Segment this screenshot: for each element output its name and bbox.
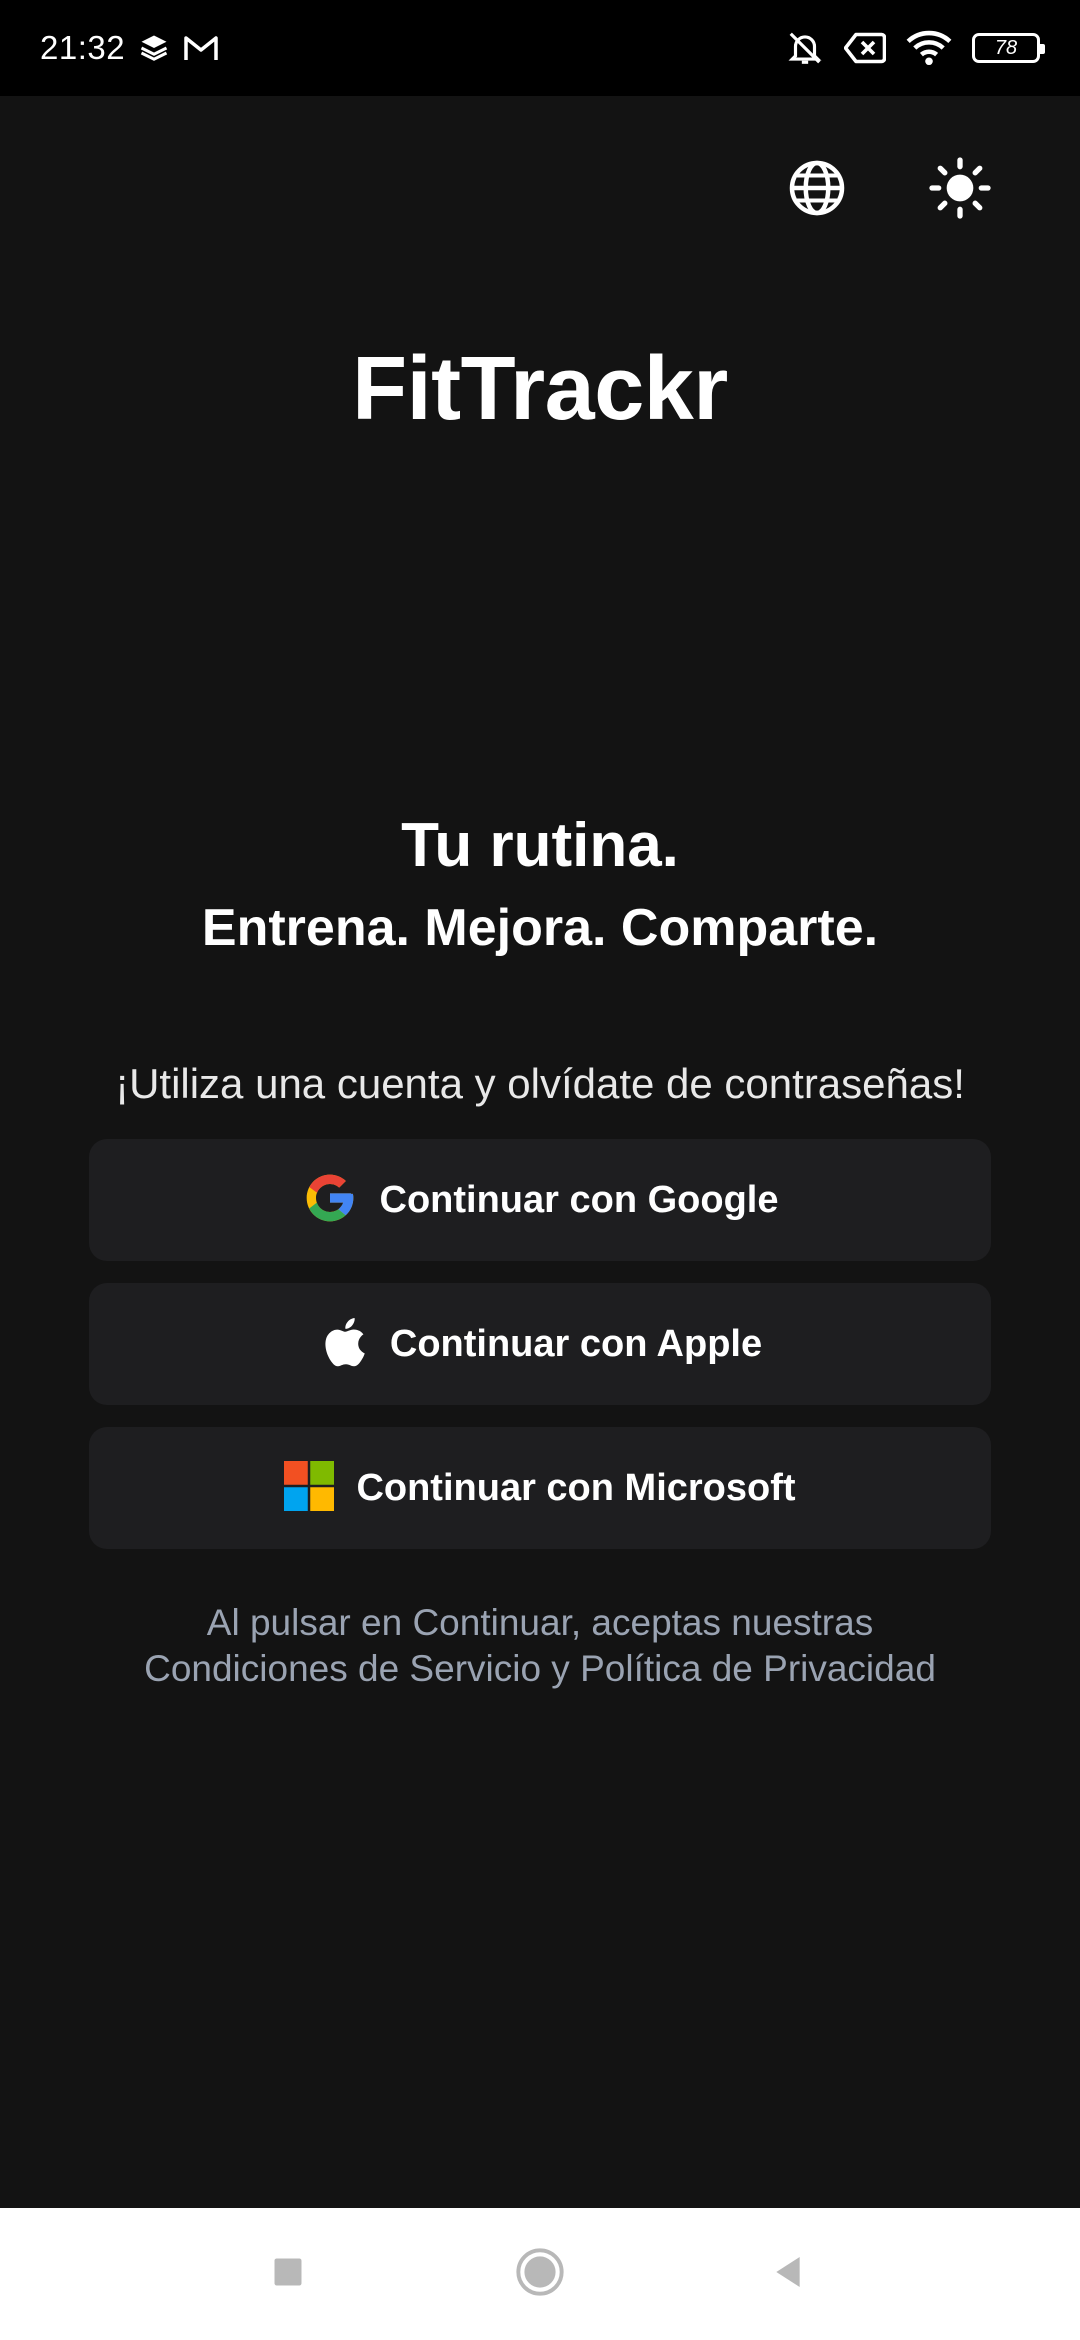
tagline-primary: Tu rutina.: [401, 811, 679, 880]
language-button[interactable]: [779, 152, 855, 228]
app-title: FitTrackr: [352, 339, 728, 439]
battery-level: 78: [994, 36, 1018, 59]
microsoft-icon: [284, 1460, 335, 1516]
theme-toggle-button[interactable]: [922, 152, 998, 228]
back-icon: [768, 2252, 808, 2297]
gmail-icon: [183, 34, 219, 62]
back-button[interactable]: [728, 2208, 848, 2340]
google-button-label: Continuar con Google: [379, 1178, 779, 1221]
continue-with-apple-button[interactable]: Continuar con Apple: [89, 1283, 991, 1405]
system-navigation-bar: [0, 2208, 1080, 2340]
status-time: 21:32: [40, 29, 126, 66]
recent-apps-icon: [270, 2254, 306, 2295]
status-right: 78: [786, 29, 1045, 67]
microsoft-button-label: Continuar con Microsoft: [356, 1466, 796, 1509]
home-button[interactable]: [480, 2208, 600, 2340]
legal-line-1: Al pulsar en Continuar, aceptas nuestras: [206, 1602, 874, 1643]
tagline-secondary: Entrena. Mejora. Comparte.: [201, 899, 879, 957]
status-left: 21:32: [40, 29, 219, 67]
status-bar: 21:32 78: [0, 0, 1080, 96]
home-icon: [514, 2246, 566, 2303]
continue-with-microsoft-button[interactable]: Continuar con Microsoft: [89, 1427, 991, 1549]
google-icon: [302, 1170, 358, 1231]
no-sim-icon: [844, 31, 886, 65]
sun-icon: [928, 156, 992, 225]
legal-line-2-terms-link[interactable]: Condiciones de Servicio y Política de Pr…: [0, 1646, 1080, 1692]
recent-apps-button[interactable]: [228, 2208, 348, 2340]
continue-with-google-button[interactable]: Continuar con Google: [89, 1139, 991, 1261]
apple-icon: [318, 1314, 368, 1375]
legal-notice: Al pulsar en Continuar, aceptas nuestras…: [0, 1600, 1080, 1692]
apple-button-label: Continuar con Apple: [389, 1322, 763, 1365]
globe-icon: [787, 158, 847, 223]
bell-off-icon: [786, 29, 824, 67]
wifi-icon: [906, 30, 952, 66]
battery-indicator: 78: [972, 33, 1045, 63]
sign-in-prompt: ¡Utiliza una cuenta y olvídate de contra…: [115, 1060, 965, 1107]
layers-icon: [139, 33, 169, 63]
